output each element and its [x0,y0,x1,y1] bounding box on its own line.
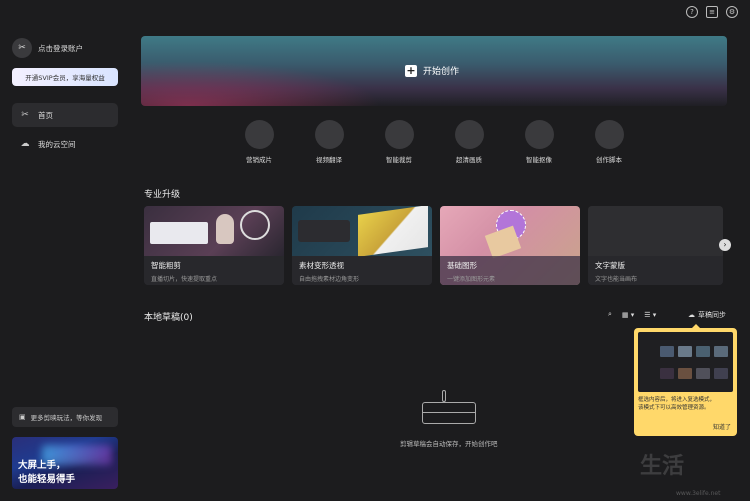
card-perspective[interactable]: 素材变形透视 自由拖拽素材边角变形 [292,206,432,285]
avatar[interactable]: ✂ [12,38,32,58]
tool-marketing[interactable]: 营销成片 [229,120,289,164]
card-subtitle: 自由拖拽素材边角变形 [299,276,360,283]
tool-label: 智能抠像 [526,156,552,164]
tool-label: 营销成片 [246,156,272,164]
sidebar-item-label: 首页 [38,110,53,120]
sidebar-item-label: 我的云空间 [38,139,76,149]
tool-icon [244,120,274,149]
card-title: 素材变形透视 [299,261,344,270]
card-text-mask[interactable]: 文字蒙版 文字也能当画布 [588,206,723,285]
card-thumbnail [292,206,432,257]
cloud-icon: ☁ [20,139,30,149]
multi-select-tooltip: 框选内容后，将进入复选模式， 该模式下可以高效管理资源。 知道了 [634,324,737,436]
draft-sync-button[interactable]: ☁ 草稿同步 [688,310,726,320]
card-footer: 文字蒙版 文字也能当画布 [588,256,723,285]
watermark-url: www.3elife.net [676,490,721,497]
tool-smart-crop[interactable]: 智能裁剪 [369,120,429,164]
tool-label: 视频翻译 [316,156,342,164]
card-title: 文字蒙版 [595,261,625,270]
plus-icon: + [405,63,417,77]
search-icon[interactable]: ⌕ [608,310,612,319]
tool-icon [454,120,484,149]
watermark-logo: 生活 [640,454,685,479]
tool-translate[interactable]: 视频翻译 [299,120,359,164]
explore-banner[interactable]: ▣ 更多剪映玩法，等你发现 [12,407,118,427]
tool-cutout[interactable]: 智能抠像 [509,120,569,164]
card-subtitle: 直播切片，快速提取重点 [151,276,218,283]
login-label[interactable]: 点击登录账户 [38,43,83,54]
empty-drafts-text: 剪辑草稿会自动保存，开始创作吧 [400,440,498,448]
card-footer: 智能粗剪 直播切片，快速提取重点 [144,256,284,285]
hero-gradient [141,61,381,106]
card-basic-shapes[interactable]: 基础图形 一键添加图形元素 [440,206,580,285]
cloud-icon: ☁ [688,311,695,319]
tool-icon [314,120,344,149]
card-title: 智能粗剪 [151,261,181,270]
vip-button[interactable]: 开通SVIP会员，享海量权益 [12,68,118,86]
card-footer: 素材变形透视 自由拖拽素材边角变形 [292,256,432,285]
tooltip-preview [638,332,733,392]
tool-label: 超清画质 [456,156,482,164]
tool-label: 智能裁剪 [386,156,412,164]
card-thumbnail [144,206,284,256]
window-toolbar: ? ≡ ⚙ [686,6,738,18]
scissors-icon: ✂ [21,110,29,120]
grid-view-icon[interactable]: ▦ ▾ [622,311,634,319]
tooltip-text: 框选内容后，将进入复选模式， 该模式下可以高效管理资源。 [638,397,716,411]
video-icon: ▣ [19,413,26,421]
section-title-upgrade: 专业升级 [144,190,181,200]
sidebar: ✂ 点击登录账户 开通SVIP会员，享海量权益 ✂ 首页 ☁ 我的云空间 ▣ 更… [0,0,130,501]
tool-label: 创作脚本 [596,156,622,164]
draft-toolbar: ⌕ ▦ ▾ ☰ ▾ [608,310,656,319]
promo-line1: 大屏上手， [18,460,66,471]
help-icon[interactable]: ? [686,6,698,18]
card-thumbnail [588,206,723,256]
card-smart-rough-cut[interactable]: 智能粗剪 直播切片，快速提取重点 [144,206,284,285]
tooltip-ok-button[interactable]: 知道了 [713,422,731,431]
drafts-title: 本地草稿(0) [144,313,193,323]
account-login[interactable]: ✂ 点击登录账户 [12,38,83,58]
card-footer: 基础图形 一键添加图形元素 [440,256,580,285]
card-subtitle: 一键添加图形元素 [447,276,496,283]
empty-drafts-illustration [422,390,476,424]
start-creation-button[interactable]: + 开始创作 [405,64,459,77]
explore-label: 更多剪映玩法，等你发现 [30,414,103,422]
draft-sync-label: 草稿同步 [698,311,726,319]
tool-icon [594,120,624,149]
settings-icon[interactable]: ⚙ [726,6,738,18]
promo-banner[interactable]: 大屏上手， 也能轻易得手 [12,437,118,489]
sidebar-item-home[interactable]: ✂ 首页 [12,103,118,127]
card-subtitle: 文字也能当画布 [595,276,638,283]
start-creation-label: 开始创作 [423,67,460,77]
tool-icon [524,120,554,149]
tool-hd[interactable]: 超清画质 [439,120,499,164]
tool-script[interactable]: 创作脚本 [579,120,639,164]
tooltip-arrow [692,324,700,328]
promo-line2: 也能轻易得手 [18,474,76,485]
tool-icon [384,120,414,149]
feedback-icon[interactable]: ≡ [706,6,718,18]
chevron-right-icon[interactable]: › [719,239,731,251]
sort-icon[interactable]: ☰ ▾ [644,311,656,319]
sidebar-item-cloud[interactable]: ☁ 我的云空间 [12,132,118,156]
card-title: 基础图形 [447,261,477,270]
